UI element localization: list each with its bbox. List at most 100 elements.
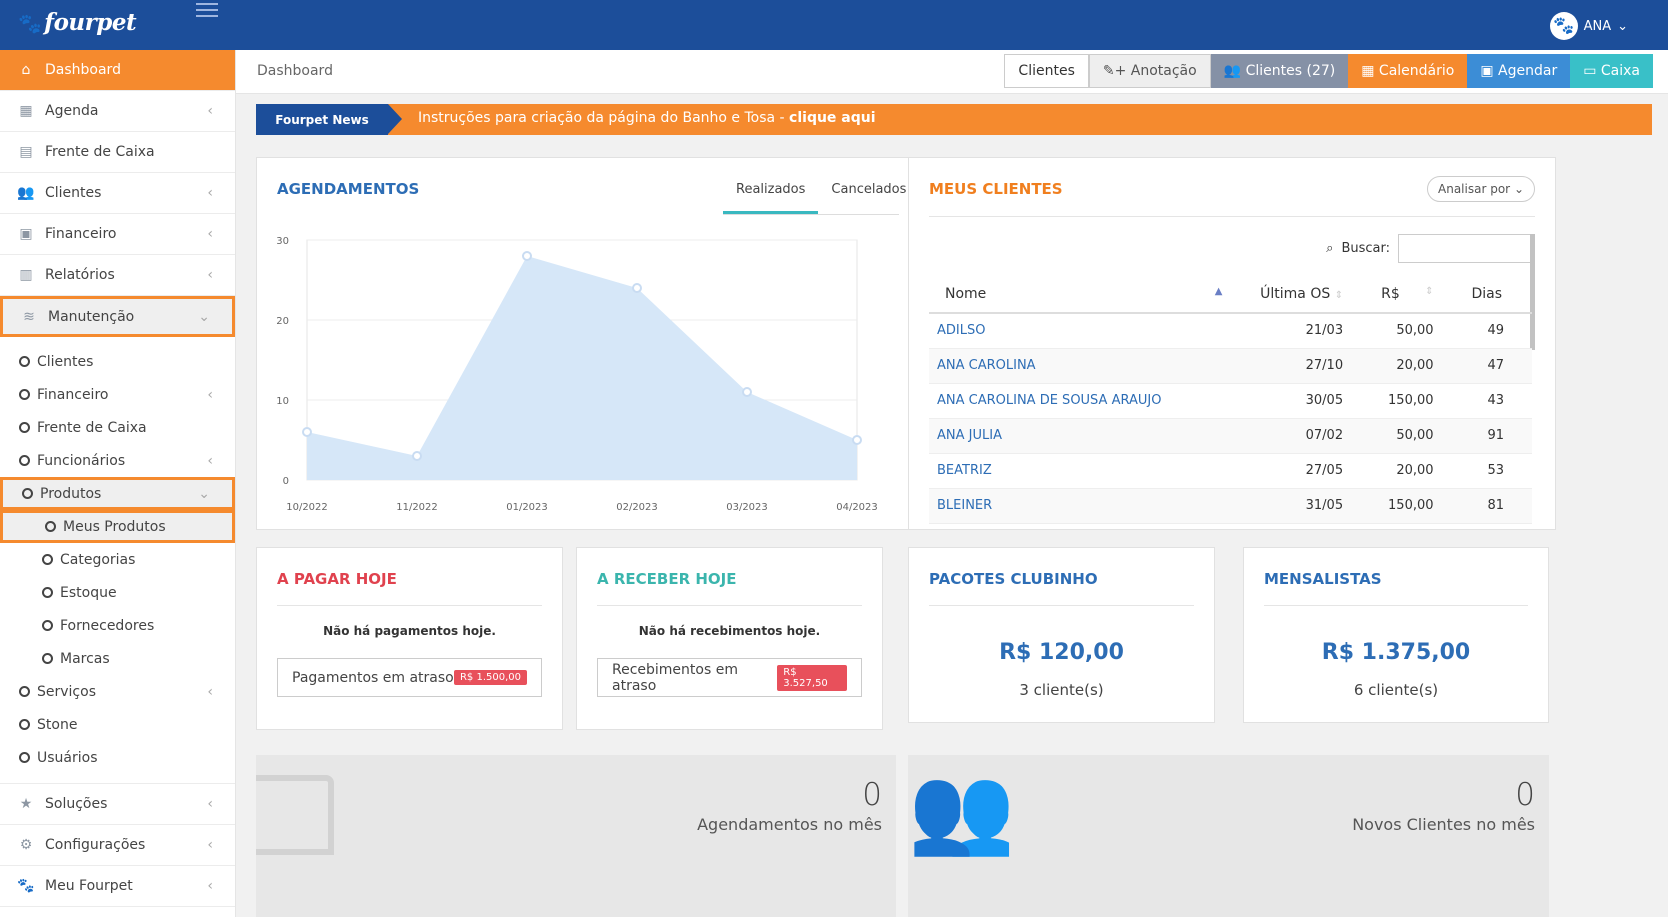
- cell-nome[interactable]: ANA CAROLINA: [929, 348, 1231, 384]
- cell-nome[interactable]: ADILSO: [929, 313, 1231, 349]
- submenu-fornecedores[interactable]: Fornecedores: [0, 609, 235, 642]
- calendario-button[interactable]: ▦ Calendário: [1348, 54, 1468, 88]
- search-input[interactable]: [1398, 234, 1535, 263]
- search-icon: ⌕: [1326, 241, 1334, 256]
- sidebar-item-manutencao[interactable]: ≋ Manutenção ⌄: [0, 296, 235, 337]
- submenu-stone[interactable]: Stone: [0, 708, 235, 741]
- money-icon: ▣: [19, 226, 33, 242]
- submenu-label: Meus Produtos: [63, 518, 166, 535]
- circle-icon: [22, 488, 33, 499]
- sidebar-item-solucoes[interactable]: ★ Soluções ‹: [0, 784, 235, 825]
- chevron-left-icon: ‹: [207, 837, 213, 853]
- news-banner[interactable]: Fourpet News Instruções para criação da …: [256, 104, 1652, 135]
- news-link[interactable]: clique aqui: [789, 110, 876, 126]
- submenu-estoque[interactable]: Estoque: [0, 576, 235, 609]
- recebimentos-atraso[interactable]: Recebimentos em atraso R$ 3.527,50: [597, 658, 862, 697]
- cell-ultima-os: 07/02: [1230, 418, 1352, 454]
- sidebar-item-label: Frente de Caixa: [45, 144, 155, 160]
- a-pagar-title: A PAGAR HOJE: [277, 570, 397, 588]
- submenu-marcas[interactable]: Marcas: [0, 642, 235, 675]
- submenu-financeiro[interactable]: Financeiro ‹: [0, 378, 235, 411]
- pacotes-value: R$ 120,00: [999, 640, 1124, 665]
- data-point: [522, 251, 532, 261]
- sidebar-item-label: Soluções: [45, 796, 108, 812]
- menu-toggle-icon[interactable]: [196, 3, 218, 19]
- anotacao-button[interactable]: ✎ + Anotação: [1088, 54, 1211, 88]
- gears-icon: ⚙: [19, 837, 33, 853]
- x-tick-label: 11/2022: [396, 502, 438, 513]
- cell-dias: 53: [1441, 453, 1532, 489]
- col-ultima-os[interactable]: Última OS ⇕: [1230, 275, 1352, 314]
- sidebar-item-label: Manutenção: [48, 308, 135, 325]
- col-rs[interactable]: R$ ⇕: [1351, 275, 1442, 314]
- col-nome[interactable]: Nome ▲: [929, 275, 1231, 314]
- breadcrumb: Dashboard: [257, 63, 333, 79]
- table-row[interactable]: ADILSO 21/03 50,00 49: [929, 313, 1532, 349]
- clientes-button[interactable]: Clientes: [1004, 54, 1089, 88]
- col-label: Dias: [1471, 285, 1503, 302]
- chevron-down-icon: ⌄: [1513, 182, 1524, 196]
- submenu-usuarios[interactable]: Usuários: [0, 741, 235, 774]
- sidebar-item-frente-de-caixa[interactable]: ▤ Frente de Caixa: [0, 132, 235, 173]
- cell-ultima-os: 31/05: [1230, 488, 1352, 524]
- analisar-dropdown[interactable]: Analisar por ⌄: [1427, 176, 1535, 202]
- pagamentos-atraso-label: Pagamentos em atraso: [292, 669, 454, 686]
- submenu-categorias[interactable]: Categorias: [0, 543, 235, 576]
- chevron-left-icon: ‹: [207, 683, 213, 700]
- col-dias[interactable]: Dias: [1441, 275, 1532, 314]
- table-row[interactable]: BEATRIZ 27/05 20,00 53: [929, 453, 1532, 489]
- chevron-left-icon: ‹: [207, 386, 213, 403]
- cell-nome[interactable]: BEATRIZ: [929, 453, 1231, 489]
- submenu-label: Produtos: [40, 485, 102, 502]
- novos-clientes-tile: 👥 0 Novos Clientes no mês: [908, 755, 1549, 917]
- sidebar-item-financeiro[interactable]: ▣ Financeiro ‹: [0, 214, 235, 255]
- sidebar-item-relatorios[interactable]: ▥ Relatórios ‹: [0, 255, 235, 296]
- cell-nome[interactable]: BLEINER: [929, 488, 1231, 524]
- submenu-label: Serviços: [37, 683, 96, 700]
- logo[interactable]: 🐾 fourpet: [18, 9, 137, 36]
- cell-ultima-os: 21/03: [1230, 313, 1352, 349]
- cell-nome[interactable]: ANA CAROLINA DE SOUSA ARAUJO: [929, 383, 1231, 419]
- submenu-servicos[interactable]: Serviços ‹: [0, 675, 235, 708]
- mensalistas-title: MENSALISTAS: [1264, 570, 1382, 588]
- clientes-count-button[interactable]: 👥 Clientes (27): [1210, 54, 1349, 88]
- submenu-clientes[interactable]: Clientes: [0, 345, 235, 378]
- paw-icon: 🐾: [17, 878, 35, 894]
- submenu-funcionarios[interactable]: Funcionários ‹: [0, 444, 235, 477]
- tab-realizados[interactable]: Realizados: [723, 178, 819, 214]
- clientes-table: Nome ▲ Última OS ⇕ R$ ⇕ Dias ADILSO 21/03 5…: [929, 275, 1532, 524]
- submenu-label: Stone: [37, 716, 78, 733]
- caixa-label: Caixa: [1600, 63, 1640, 79]
- cell-rs: 150,00: [1351, 383, 1442, 419]
- circle-icon: [19, 422, 30, 433]
- chevron-left-icon: ‹: [207, 103, 213, 119]
- table-row[interactable]: ANA CAROLINA DE SOUSA ARAUJO 30/05 150,00 4…: [929, 383, 1532, 419]
- table-row[interactable]: BLEINER 31/05 150,00 81: [929, 488, 1532, 524]
- circle-icon: [19, 752, 30, 763]
- agendamentos-mes-count: 0: [862, 777, 882, 813]
- agendar-label: Agendar: [1498, 63, 1558, 79]
- sidebar-item-dashboard[interactable]: ⌂ Dashboard: [0, 50, 235, 91]
- agendamentos-title: AGENDAMENTOS: [277, 180, 420, 198]
- table-row[interactable]: ANA JULIA 07/02 50,00 91: [929, 418, 1532, 454]
- sidebar-item-clientes[interactable]: 👥 Clientes ‹: [0, 173, 235, 214]
- a-receber-title: A RECEBER HOJE: [597, 570, 737, 588]
- mensalistas-panel: MENSALISTAS R$ 1.375,00 6 cliente(s): [1243, 547, 1549, 723]
- top-bar: 🐾 fourpet 🐾 ANA ⌄: [0, 0, 1668, 50]
- sidebar-item-configuracoes[interactable]: ⚙ Configurações ‹: [0, 825, 235, 866]
- sidebar-item-label: Agenda: [45, 103, 99, 119]
- submenu-frente-de-caixa[interactable]: Frente de Caixa: [0, 411, 235, 444]
- agendar-button[interactable]: ▣ Agendar: [1467, 54, 1571, 88]
- sidebar-item-agenda[interactable]: ▦ Agenda ‹: [0, 91, 235, 132]
- table-row[interactable]: ANA CAROLINA 27/10 20,00 47: [929, 348, 1532, 384]
- circle-icon: [19, 686, 30, 697]
- chevron-left-icon: ‹: [207, 267, 213, 283]
- user-menu[interactable]: 🐾 ANA ⌄: [1549, 12, 1628, 40]
- caixa-button[interactable]: ▭ Caixa: [1570, 54, 1653, 88]
- submenu-produtos[interactable]: Produtos ⌄: [0, 477, 235, 510]
- sidebar-item-meu-fourpet[interactable]: 🐾 Meu Fourpet ‹: [0, 866, 235, 907]
- tab-cancelados[interactable]: Cancelados: [818, 178, 919, 214]
- pagamentos-atraso[interactable]: Pagamentos em atraso R$ 1.500,00: [277, 658, 542, 697]
- submenu-meus-produtos[interactable]: Meus Produtos: [0, 510, 235, 543]
- cell-nome[interactable]: ANA JULIA: [929, 418, 1231, 454]
